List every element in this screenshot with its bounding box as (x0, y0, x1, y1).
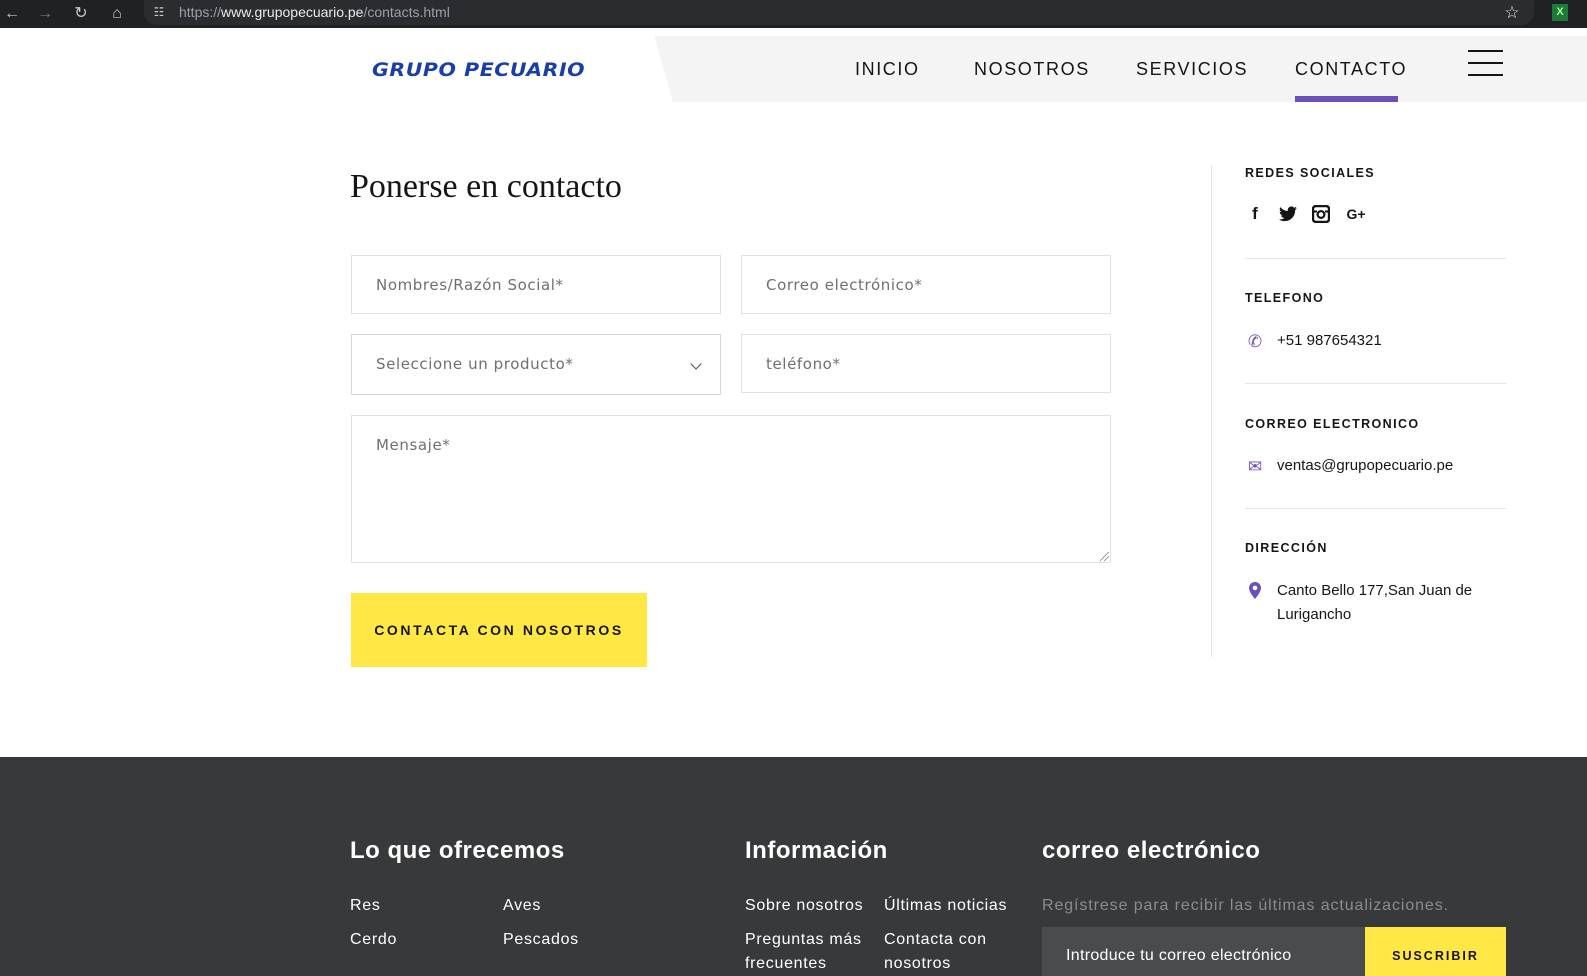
mail-icon: ✉ (1247, 457, 1263, 476)
browser-toolbar: ← → ↻ ⌂ ☷ https://www.grupopecuario.pe/c… (0, 0, 1587, 28)
product-select[interactable]: Seleccione un producto* (351, 334, 721, 395)
chevron-down-icon (690, 358, 702, 370)
reload-icon[interactable]: ↻ (69, 2, 93, 26)
sidebar-separator (1245, 258, 1506, 259)
url-host: www.grupopecuario.pe (221, 4, 364, 20)
google-plus-icon[interactable]: G+ (1344, 204, 1368, 224)
newsletter-email-input[interactable]: Introduce tu correo electrónico (1042, 927, 1365, 976)
nav-contacto[interactable]: CONTACTO (1295, 58, 1407, 80)
subscribe-button[interactable]: SUSCRIBIR (1365, 927, 1506, 976)
back-arrow-icon[interactable]: ← (0, 2, 24, 26)
footer-link-preguntas[interactable]: Preguntas más (745, 930, 862, 950)
bookmark-star-icon[interactable]: ☆ (1502, 3, 1522, 23)
footer-info-title: Información (745, 837, 888, 864)
footer-link-contacta-line2[interactable]: nosotros (884, 954, 951, 974)
footer-link-aves[interactable]: Aves (503, 896, 541, 916)
address-line-2: Lurigancho (1277, 606, 1352, 623)
twitter-icon[interactable] (1278, 204, 1298, 224)
phone-value[interactable]: +51 987654321 (1277, 329, 1382, 353)
address-line-1: Canto Bello 177,San Juan de (1277, 582, 1473, 599)
address-title: DIRECCIÓN (1245, 541, 1328, 555)
nav-servicios[interactable]: SERVICIOS (1136, 58, 1248, 80)
footer-link-ultimas-noticias[interactable]: Últimas noticias (884, 896, 1007, 916)
sidebar-divider (1211, 165, 1212, 657)
hamburger-menu-icon[interactable] (1468, 50, 1503, 76)
extension-icon[interactable]: X (1552, 4, 1568, 21)
nav-nosotros[interactable]: NOSOTROS (974, 58, 1090, 80)
footer-link-contacta[interactable]: Contacta con (884, 930, 987, 950)
url-path: /contacts.html (363, 4, 450, 20)
contact-submit-button[interactable]: CONTACTA CON NOSOTROS (351, 593, 647, 667)
footer-newsletter-title: correo electrónico (1042, 837, 1261, 864)
nav-inicio[interactable]: INICIO (855, 58, 920, 80)
phone-title: TELEFONO (1245, 291, 1325, 305)
footer-link-cerdo[interactable]: Cerdo (350, 930, 397, 950)
instagram-icon[interactable] (1311, 204, 1331, 224)
url-scheme: https:// (179, 4, 222, 20)
forward-arrow-icon[interactable]: → (33, 2, 57, 26)
social-title: REDES SOCIALES (1245, 166, 1376, 180)
resize-handle-icon[interactable] (1100, 552, 1109, 561)
phone-icon: ✆ (1247, 332, 1263, 351)
footer-newsletter-subtitle: Regístrese para recibir las últimas actu… (1042, 897, 1449, 914)
email-value[interactable]: ventas@grupopecuario.pe (1277, 454, 1453, 478)
footer-link-preguntas-line2[interactable]: frecuentes (745, 954, 827, 974)
url-text[interactable]: https://www.grupopecuario.pe/contacts.ht… (179, 4, 450, 21)
footer-offer-title: Lo que ofrecemos (350, 837, 565, 864)
footer-link-res[interactable]: Res (350, 896, 381, 916)
site-info-icon[interactable]: ☷ (150, 3, 168, 21)
email-title: CORREO ELECTRONICO (1245, 417, 1420, 431)
home-icon[interactable]: ⌂ (105, 2, 129, 26)
sidebar-separator (1245, 508, 1506, 509)
message-textarea[interactable]: Mensaje* (351, 415, 1111, 563)
footer-link-pescados[interactable]: Pescados (503, 930, 579, 950)
address-bar[interactable]: ☷ https://www.grupopecuario.pe/contacts.… (144, 0, 1534, 25)
name-input[interactable]: Nombres/Razón Social* (351, 255, 721, 314)
page-title: Ponerse en contacto (350, 168, 622, 205)
sidebar-separator (1245, 383, 1506, 384)
message-placeholder: Mensaje* (376, 436, 451, 454)
phone-input[interactable]: teléfono* (741, 334, 1111, 393)
product-select-value: Seleccione un producto* (376, 355, 574, 373)
site-logo[interactable]: GRUPO PECUARIO (372, 59, 585, 81)
email-input[interactable]: Correo electrónico* (741, 255, 1111, 314)
location-pin-icon (1245, 582, 1265, 602)
nav-active-indicator (1295, 96, 1398, 102)
site-header: GRUPO PECUARIO INICIO NOSOTROS SERVICIOS… (0, 36, 1587, 102)
footer-link-sobre-nosotros[interactable]: Sobre nosotros (745, 896, 863, 916)
facebook-icon[interactable]: f (1245, 204, 1265, 224)
